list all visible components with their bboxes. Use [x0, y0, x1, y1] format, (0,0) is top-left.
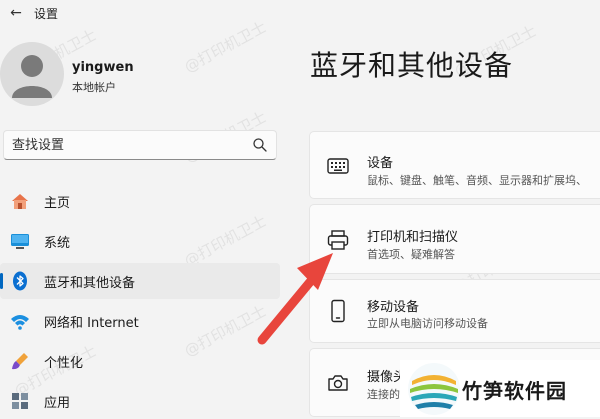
site-logo: 竹笋软件园	[400, 360, 600, 417]
logo-text: 竹笋软件园	[462, 379, 567, 403]
logo-emblem-icon	[408, 363, 460, 415]
annotation-arrow	[257, 253, 333, 345]
